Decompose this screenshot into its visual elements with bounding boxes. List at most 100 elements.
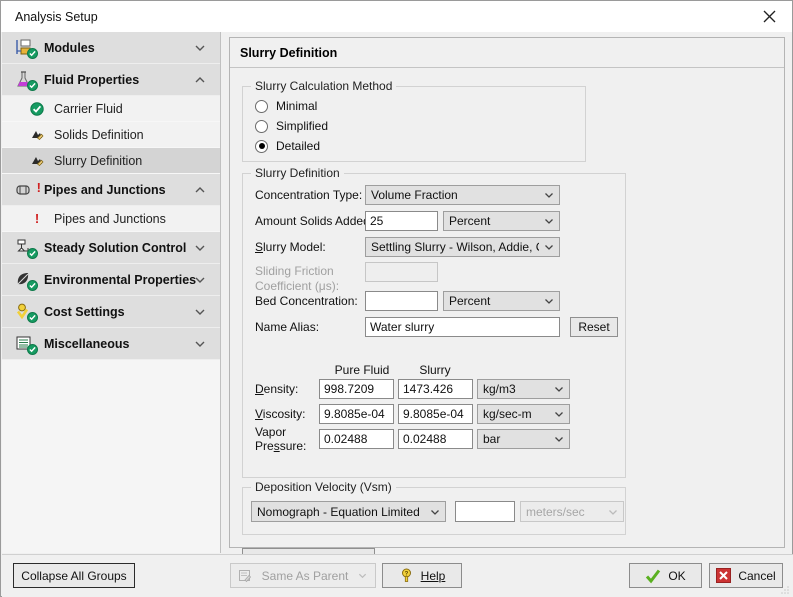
bed-concentration-input[interactable] xyxy=(365,291,438,311)
sidebar-group-label: Modules xyxy=(44,40,95,55)
viscosity-pure-fluid-input[interactable]: 9.8085e-04 xyxy=(319,404,394,424)
sidebar-item-label: Carrier Fluid xyxy=(54,101,123,116)
chevron-down-icon[interactable] xyxy=(425,502,445,521)
sidebar-group-modules[interactable]: Modules xyxy=(2,32,220,64)
slurry-model-select[interactable]: Settling Slurry - Wilson, Addie, Clift xyxy=(365,237,560,257)
green-check-icon xyxy=(645,568,661,584)
sidebar-filler xyxy=(2,360,220,553)
viscosity-pure-fluid-value: 9.8085e-04 xyxy=(324,407,385,421)
modules-icon xyxy=(10,39,40,59)
sidebar-group-label: Fluid Properties xyxy=(44,72,140,87)
radio-icon[interactable] xyxy=(255,139,268,153)
list-icon xyxy=(10,335,40,355)
chevron-up-icon[interactable] xyxy=(194,74,206,86)
bed-concentration-unit-value: Percent xyxy=(449,294,491,308)
resize-grip-icon[interactable] xyxy=(779,584,791,596)
chevron-down-icon[interactable] xyxy=(194,274,206,286)
density-pure-fluid-input[interactable]: 998.7209 xyxy=(319,379,394,399)
analysis-setup-window: Analysis Setup Modules Fluid Properties … xyxy=(0,0,793,597)
edit-pencil-icon xyxy=(238,569,252,583)
density-label: Density: xyxy=(255,382,299,396)
sidebar-group-fluid-properties[interactable]: Fluid Properties xyxy=(2,64,220,96)
chevron-down-icon[interactable] xyxy=(194,338,206,350)
radio-detailed[interactable]: Detailed xyxy=(255,136,328,156)
sidebar-item-carrier-fluid[interactable]: Carrier Fluid xyxy=(2,96,220,122)
density-slurry-input[interactable]: 1473.426 xyxy=(398,379,473,399)
viscosity-slurry-input[interactable]: 9.8085e-04 xyxy=(398,404,473,424)
bed-concentration-unit-select[interactable]: Percent xyxy=(443,291,560,311)
solids-icon xyxy=(26,154,48,168)
solution-control-icon xyxy=(10,239,40,259)
ok-label: OK xyxy=(668,568,686,583)
vapor-pressure-slurry-input[interactable]: 0.02488 xyxy=(398,429,473,449)
help-key-icon: ? xyxy=(399,568,414,583)
sliding-friction-label-line1: Sliding Friction xyxy=(255,264,334,278)
green-check-icon xyxy=(27,311,38,323)
chevron-down-icon[interactable] xyxy=(194,42,206,54)
close-icon[interactable] xyxy=(746,1,792,32)
sidebar[interactable]: Modules Fluid Properties Carrier Fluid S… xyxy=(2,32,221,553)
slurry-calculation-method-group: Slurry Calculation Method Minimal Simpli… xyxy=(242,79,586,162)
viscosity-label: Viscosity: xyxy=(255,407,306,421)
concentration-type-select[interactable]: Volume Fraction xyxy=(365,185,560,205)
sidebar-group-cost-settings[interactable]: Cost Settings xyxy=(2,296,220,328)
ok-button[interactable]: OK xyxy=(629,563,702,588)
deposition-velocity-value-input[interactable] xyxy=(455,501,515,522)
name-alias-value: Water slurry xyxy=(370,320,435,334)
radio-simplified[interactable]: Simplified xyxy=(255,116,328,136)
sidebar-item-pipes-and-junctions[interactable]: ! Pipes and Junctions xyxy=(2,206,220,232)
sidebar-group-label: Cost Settings xyxy=(44,304,125,319)
chevron-up-icon[interactable] xyxy=(194,184,206,196)
amount-solids-added-value: 25 xyxy=(370,214,384,228)
chevron-down-icon[interactable] xyxy=(539,238,559,256)
chevron-down-icon[interactable] xyxy=(194,242,206,254)
chevron-down-icon[interactable] xyxy=(539,186,559,204)
chevron-down-icon[interactable] xyxy=(549,405,569,423)
density-unit-select[interactable]: kg/m3 xyxy=(477,379,570,399)
sidebar-group-environmental-properties[interactable]: Environmental Properties xyxy=(2,264,220,296)
collapse-all-groups-button[interactable]: Collapse All Groups xyxy=(13,563,135,588)
sidebar-item-label: Pipes and Junctions xyxy=(54,211,166,226)
help-button[interactable]: ? Help xyxy=(382,563,462,588)
reset-button[interactable]: Reset xyxy=(570,317,618,337)
reset-label: Reset xyxy=(578,320,610,334)
same-as-parent-label: Same As Parent xyxy=(261,568,349,583)
vapor-pressure-pure-fluid-input[interactable]: 0.02488 xyxy=(319,429,394,449)
chevron-down-icon[interactable] xyxy=(539,292,559,310)
flask-icon xyxy=(10,70,40,91)
chevron-down-icon[interactable] xyxy=(549,430,569,448)
chevron-down-icon[interactable] xyxy=(549,380,569,398)
chevron-down-icon[interactable] xyxy=(539,212,559,230)
chevron-down-icon[interactable] xyxy=(194,306,206,318)
deposition-velocity-unit-select: meters/sec xyxy=(520,501,624,522)
leaf-icon xyxy=(10,271,40,291)
sidebar-item-solids-definition[interactable]: Solids Definition xyxy=(2,122,220,148)
sliding-friction-input xyxy=(365,262,438,282)
radio-minimal[interactable]: Minimal xyxy=(255,96,328,116)
viscosity-unit-select[interactable]: kg/sec-m xyxy=(477,404,570,424)
radio-icon[interactable] xyxy=(255,119,268,133)
pipe-icon: ! xyxy=(10,181,41,199)
radio-icon[interactable] xyxy=(255,99,268,113)
density-pure-fluid-value: 998.7209 xyxy=(324,382,375,396)
chevron-down-icon xyxy=(603,502,623,521)
page-title: Slurry Definition xyxy=(230,38,784,68)
concentration-type-label: Concentration Type: xyxy=(255,188,363,202)
sidebar-group-steady-solution-control[interactable]: Steady Solution Control xyxy=(2,232,220,264)
sidebar-group-miscellaneous[interactable]: Miscellaneous xyxy=(2,328,220,360)
amount-solids-added-input[interactable]: 25 xyxy=(365,211,438,231)
cancel-button[interactable]: Cancel xyxy=(709,563,783,588)
window-title: Analysis Setup xyxy=(15,9,98,24)
collapse-all-groups-label: Collapse All Groups xyxy=(21,568,127,583)
cost-icon xyxy=(10,303,40,323)
sidebar-group-pipes-and-junctions[interactable]: ! Pipes and Junctions xyxy=(2,174,220,206)
sidebar-item-slurry-definition[interactable]: Slurry Definition xyxy=(2,148,220,174)
name-alias-input[interactable]: Water slurry xyxy=(365,317,560,337)
green-check-icon xyxy=(27,79,38,91)
footer-bar: Collapse All Groups Same As Parent ? Hel… xyxy=(2,554,793,597)
vapor-pressure-pure-fluid-value: 0.02488 xyxy=(324,432,368,446)
column-header-slurry: Slurry xyxy=(419,363,451,377)
vapor-pressure-unit-select[interactable]: bar xyxy=(477,429,570,449)
deposition-velocity-method-select[interactable]: Nomograph - Equation Limited xyxy=(251,501,446,522)
amount-solids-unit-select[interactable]: Percent xyxy=(443,211,560,231)
